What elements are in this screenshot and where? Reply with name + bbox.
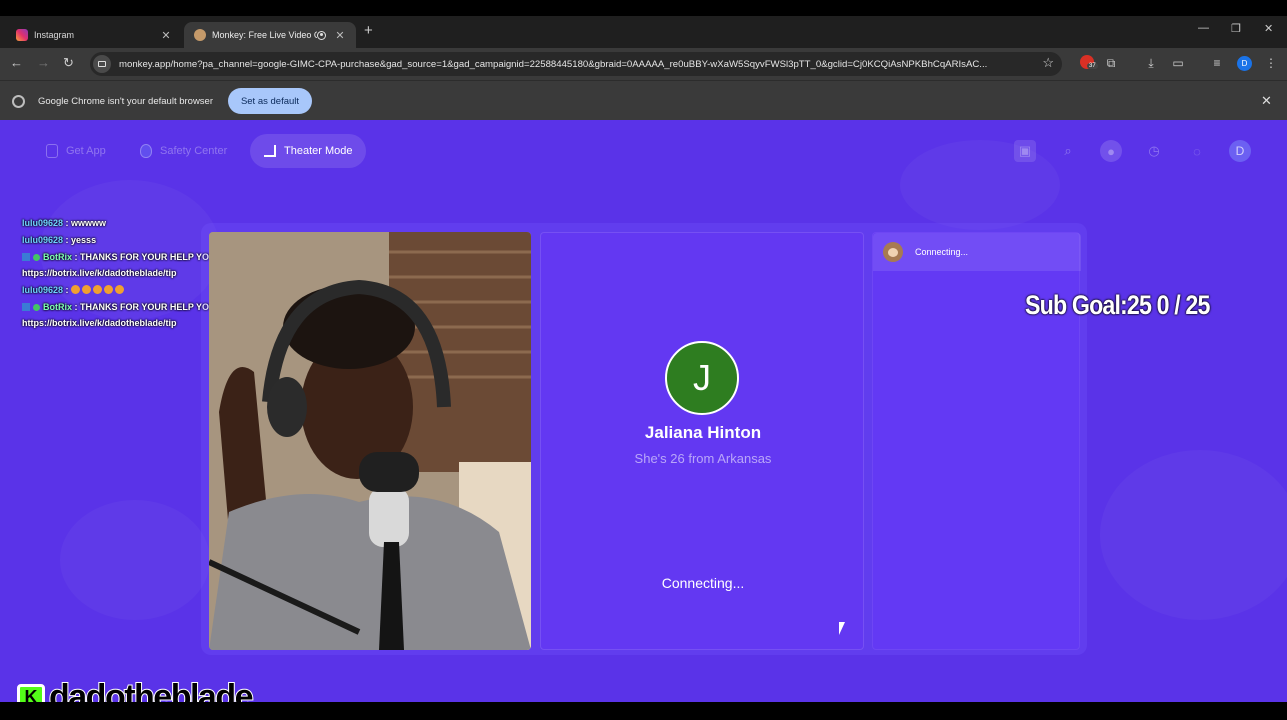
new-tab-icon[interactable]: +	[364, 22, 373, 39]
side-status-bar: Connecting...	[873, 233, 1081, 271]
url-text[interactable]: monkey.app/home?pa_channel=google-GIMC-C…	[119, 59, 1039, 70]
phone-icon	[46, 144, 58, 158]
get-app-button[interactable]: Get App	[32, 134, 120, 168]
connecting-status: Connecting...	[661, 575, 745, 591]
mouse-cursor-icon	[839, 622, 845, 635]
match-avatar: J	[665, 341, 739, 415]
tab-strip: Instagram ✕ Monkey: Free Live Video Ch ✕…	[0, 16, 1287, 48]
chrome-icon	[12, 95, 25, 108]
match-card: J Jaliana Hinton She's 26 from Arkansas …	[540, 232, 864, 650]
monkey-page: Get App Safety Center Theater Mode ▣ ⌕ ●…	[0, 120, 1287, 702]
streamer-name: dadotheblade	[48, 677, 255, 702]
extensions-puzzle-icon[interactable]: ⧉	[1104, 56, 1118, 70]
tab-title: Monkey: Free Live Video Ch	[212, 30, 317, 40]
emote-icon	[82, 285, 92, 294]
address-bar[interactable]: monkey.app/home?pa_channel=google-GIMC-C…	[90, 52, 1062, 76]
messages-icon[interactable]: ◌	[1186, 140, 1208, 162]
theater-mode-button[interactable]: Theater Mode	[250, 134, 367, 168]
expand-icon	[264, 145, 276, 157]
cast-icon[interactable]: ▭	[1171, 56, 1185, 70]
bot-badge-icon	[22, 303, 30, 311]
chat-username: lulu09628	[22, 285, 64, 295]
restore-icon[interactable]: ❐	[1231, 22, 1241, 35]
monkey-icon	[883, 242, 903, 262]
webcam-scene	[209, 232, 531, 650]
side-connecting-status: Connecting...	[915, 247, 969, 257]
kick-streamer-overlay: K dadotheblade	[17, 677, 255, 702]
history-icon[interactable]: ◷	[1143, 140, 1165, 162]
user-avatar[interactable]: D	[1229, 140, 1251, 162]
match-name: Jaliana Hinton	[644, 423, 762, 442]
close-infobar-icon[interactable]: ✕	[1261, 93, 1272, 109]
back-icon[interactable]: ←	[10, 55, 23, 70]
close-tab-icon[interactable]: ✕	[334, 29, 346, 42]
browser-toolbar: ← → ↻ monkey.app/home?pa_channel=google-…	[0, 48, 1287, 80]
infobar-message: Google Chrome isn't your default browser	[38, 96, 214, 107]
bottom-black-bar	[0, 702, 1287, 720]
tab-instagram[interactable]: Instagram ✕	[6, 22, 182, 48]
background-blob	[1100, 450, 1287, 620]
menu-icon[interactable]: ⋮	[1264, 56, 1278, 70]
safety-center-button[interactable]: Safety Center	[126, 134, 241, 168]
close-window-icon[interactable]: ✕	[1264, 22, 1273, 35]
chat-username: lulu09628	[22, 218, 64, 228]
extension-badge: 37	[1087, 63, 1098, 69]
search-icon[interactable]: ⌕	[1057, 140, 1079, 162]
chat-username: lulu09628	[22, 235, 64, 245]
tab-title: Instagram	[34, 30, 75, 40]
set-as-default-button[interactable]: Set as default	[228, 88, 312, 114]
shield-icon	[140, 144, 152, 158]
match-info: She's 26 from Arkansas	[634, 451, 772, 466]
local-webcam-video	[209, 232, 531, 650]
default-browser-infobar: Google Chrome isn't your default browser…	[0, 80, 1287, 120]
top-black-bar	[0, 0, 1287, 16]
bookmark-star-icon[interactable]: ☆	[1042, 55, 1054, 71]
monkey-icon	[194, 29, 206, 41]
instagram-icon	[16, 29, 28, 41]
extension-icon[interactable]: 37	[1080, 55, 1098, 69]
friends-icon[interactable]: ●	[1100, 140, 1122, 162]
chat-username: BotRix	[43, 252, 72, 262]
bot-badge-icon	[22, 253, 30, 261]
chat-text: :	[65, 285, 69, 295]
chat-text: : yesss	[65, 235, 97, 245]
media-controls-icon[interactable]: ≡	[1210, 56, 1224, 70]
download-icon[interactable]: ⤓	[1144, 56, 1158, 70]
recording-icon	[317, 30, 326, 40]
chat-username: BotRix	[43, 302, 72, 312]
profile-avatar[interactable]: D	[1237, 56, 1252, 71]
emote-icon	[71, 285, 81, 294]
minimize-icon[interactable]: —	[1198, 22, 1209, 34]
emote-icon	[93, 285, 103, 294]
verified-badge-icon	[33, 304, 40, 311]
close-tab-icon[interactable]: ✕	[160, 29, 172, 42]
emote-icon	[104, 285, 114, 294]
verified-badge-icon	[33, 254, 40, 261]
site-info-icon[interactable]	[93, 55, 111, 73]
get-app-label: Get App	[66, 145, 106, 157]
forward-icon[interactable]: →	[37, 55, 50, 70]
background-blob	[900, 140, 1060, 230]
store-icon[interactable]: ▣	[1014, 140, 1036, 162]
chat-text: : wwwww	[65, 218, 107, 228]
theater-mode-label: Theater Mode	[284, 145, 353, 157]
tab-monkey[interactable]: Monkey: Free Live Video Ch ✕	[184, 22, 356, 48]
reload-icon[interactable]: ↻	[63, 55, 74, 71]
background-blob	[60, 500, 210, 620]
emote-icon	[115, 285, 125, 294]
kick-logo-icon: K	[17, 683, 45, 702]
sub-goal-overlay: Sub Goal:25 0 / 25	[1025, 290, 1210, 320]
safety-center-label: Safety Center	[160, 145, 228, 157]
